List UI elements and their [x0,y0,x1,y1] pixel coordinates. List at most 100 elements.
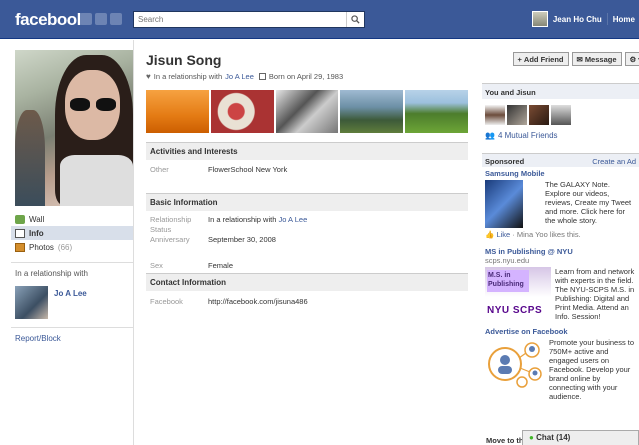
photos-count: (66) [57,242,73,252]
photo-thumbnail[interactable] [340,90,404,133]
facebook-logo[interactable]: facebook [15,10,86,30]
photo-thumbnail[interactable] [146,90,209,133]
network-icon [488,342,542,388]
ad-body: The GALAXY Note. Explore our videos, rev… [485,180,636,228]
ad-url: scps.nyu.edu [485,256,530,265]
ad-like-line: 👍 Like · Mina Yoo likes this. [485,230,636,239]
nav-wall[interactable]: Wall [11,212,133,226]
info-row: Facebook http://facebook.com/jisuna486 [146,297,468,307]
create-ad-link[interactable]: Create an Ad [592,157,636,166]
birthday-text: Born on April 29, 1983 [268,72,344,81]
nav-info-label: Info [29,228,44,238]
relationship-text: In a relationship with [153,72,223,81]
divider [11,262,133,263]
ad-title[interactable]: Advertise on Facebook [485,327,636,336]
interest-link[interactable]: FlowerSchool New York [208,165,287,175]
people-icon: 👥 [485,131,495,140]
partner-name-link[interactable]: Jo A Lee [54,286,87,319]
ad-samsung[interactable]: Samsung Mobile The GALAXY Note. Explore … [482,167,639,241]
info-label: Relationship Status [150,215,192,234]
profile-name: Jisun Song [146,52,222,68]
ad-text: Promote your business to 750M+ active an… [549,338,635,401]
info-label: Anniversary [150,235,190,244]
contact-section-header: Contact Information [146,273,468,291]
relationship-status-text: In a relationship with [208,215,277,224]
mutual-friends-link[interactable]: 4 Mutual Friends [498,131,558,140]
user-avatar[interactable] [531,11,548,27]
photo-thumbnail[interactable] [275,90,339,133]
friend-requests-icon[interactable] [80,13,92,25]
friend-avatar[interactable] [551,105,571,125]
profile-nav: Wall Info Photos (66) [11,212,133,254]
divider [11,327,133,328]
search-button[interactable] [346,12,364,27]
right-column: + Add Friend ✉ Message ⚙ ▾ You and Jisun… [482,52,639,403]
like-text: · Mina Yoo likes this. [512,230,581,239]
profile-summary: ♥ In a relationship with Jo A Lee Born o… [146,72,468,81]
like-icon: 👍 [485,230,495,239]
partner-avatar[interactable] [15,286,48,319]
ad-title[interactable]: Samsung Mobile [485,169,636,178]
chat-label: Chat (14) [536,433,571,442]
mutual-friend-photos [482,105,639,125]
account-area: Jean Ho Chu Home [531,10,639,28]
ad-facebook[interactable]: Advertise on Facebook Promote your busin… [482,325,639,403]
report-block-link[interactable]: Report/Block [15,334,133,343]
message-icon: ✉ [576,54,583,64]
facebook-url-link[interactable]: http://facebook.com/jisuna486 [208,297,308,307]
ad-nyu[interactable]: MS in Publishing @ NYU scps.nyu.edu M.S.… [482,245,639,323]
ad-body: Promote your business to 750M+ active an… [485,338,636,401]
photo-strip [146,90,468,133]
ad-image[interactable] [485,338,545,388]
move-to-top-link[interactable]: Move to th [486,436,524,445]
ad-image[interactable]: M.S. in Publishing NYU SCPS [485,267,551,317]
info-icon [15,228,25,238]
info-row: Relationship Status In a relationship wi… [146,215,468,235]
search-box [133,11,365,28]
info-row: Other FlowerSchool New York [146,165,468,175]
top-navigation-bar: facebook Jean Ho Chu Home [0,0,639,39]
nav-info[interactable]: Info [11,226,133,240]
ad-text: Learn from and network with experts in t… [555,267,635,321]
info-label: Facebook [150,297,183,306]
user-name-link[interactable]: Jean Ho Chu [553,15,602,24]
main-content: Jisun Song ♥ In a relationship with Jo A… [146,52,468,307]
online-icon: ● [529,433,534,442]
partner-link[interactable]: Jo A Lee [278,215,307,224]
photo-thumbnail[interactable] [210,90,274,133]
nav-wall-label: Wall [29,214,45,224]
info-value: September 30, 2008 [208,235,276,244]
calendar-icon [258,73,266,80]
profile-picture[interactable] [15,50,133,206]
home-link[interactable]: Home [613,15,639,24]
body-shape [60,155,133,206]
messages-icon[interactable] [95,13,107,25]
add-friend-button[interactable]: + Add Friend [512,52,569,66]
topbar-divider [606,13,608,25]
ad-text: The GALAXY Note. Explore our videos, rev… [545,180,632,225]
sponsored-title: Sponsored [485,157,525,166]
ms-logo-text: M.S. in Publishing [487,270,529,292]
chat-bar[interactable]: ● Chat (14) [522,430,639,445]
basic-section-header: Basic Information [146,193,468,211]
ad-title[interactable]: MS in Publishing @ NYU [485,247,636,256]
message-button[interactable]: ✉ Message [571,52,622,66]
nav-photos-label: Photos [29,242,54,252]
notifications-icon[interactable] [110,13,122,25]
you-and-header: You and Jisun [482,83,639,99]
friend-avatar[interactable] [485,105,505,125]
photo-thumbnail[interactable] [405,90,468,133]
heart-icon: ♥ [146,72,151,81]
partner-link[interactable]: Jo A Lee [225,72,254,81]
info-label: Other [150,165,169,174]
options-button[interactable]: ⚙ ▾ [624,52,639,66]
message-label: Message [584,54,617,64]
nav-photos[interactable]: Photos (66) [11,240,133,254]
friend-avatar[interactable] [507,105,527,125]
like-link[interactable]: Like [496,230,510,239]
ad-image[interactable] [485,180,523,228]
friend-avatar[interactable] [529,105,549,125]
notification-jewels [80,13,122,25]
search-input[interactable] [134,12,344,27]
info-value: In a relationship with Jo A Lee [208,215,307,235]
